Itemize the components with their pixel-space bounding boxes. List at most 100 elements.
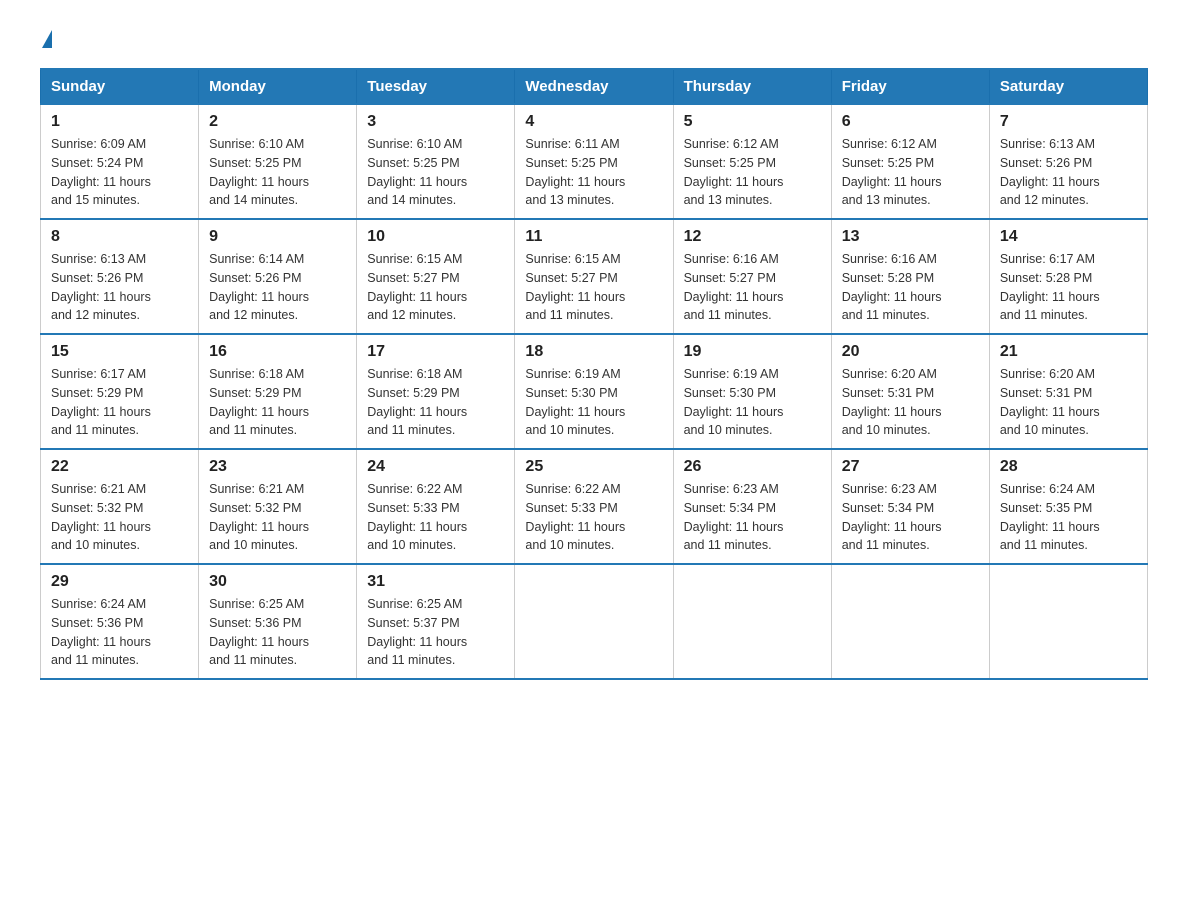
day-of-week-header: Monday	[199, 69, 357, 104]
day-of-week-header: Sunday	[41, 69, 199, 104]
day-of-week-header: Tuesday	[357, 69, 515, 104]
day-number: 8	[51, 228, 188, 246]
day-number: 18	[525, 343, 662, 361]
day-info: Sunrise: 6:23 AM Sunset: 5:34 PM Dayligh…	[842, 480, 979, 555]
day-info: Sunrise: 6:24 AM Sunset: 5:36 PM Dayligh…	[51, 595, 188, 670]
calendar-table: SundayMondayTuesdayWednesdayThursdayFrid…	[40, 68, 1148, 680]
calendar-day-cell: 11 Sunrise: 6:15 AM Sunset: 5:27 PM Dayl…	[515, 219, 673, 334]
day-number: 19	[684, 343, 821, 361]
day-info: Sunrise: 6:20 AM Sunset: 5:31 PM Dayligh…	[1000, 365, 1137, 440]
calendar-day-cell: 5 Sunrise: 6:12 AM Sunset: 5:25 PM Dayli…	[673, 104, 831, 219]
day-info: Sunrise: 6:15 AM Sunset: 5:27 PM Dayligh…	[525, 250, 662, 325]
day-info: Sunrise: 6:12 AM Sunset: 5:25 PM Dayligh…	[842, 135, 979, 210]
calendar-day-cell: 18 Sunrise: 6:19 AM Sunset: 5:30 PM Dayl…	[515, 334, 673, 449]
calendar-week-row: 1 Sunrise: 6:09 AM Sunset: 5:24 PM Dayli…	[41, 104, 1148, 219]
calendar-day-cell: 9 Sunrise: 6:14 AM Sunset: 5:26 PM Dayli…	[199, 219, 357, 334]
calendar-day-cell: 12 Sunrise: 6:16 AM Sunset: 5:27 PM Dayl…	[673, 219, 831, 334]
day-number: 5	[684, 113, 821, 131]
day-number: 16	[209, 343, 346, 361]
day-number: 12	[684, 228, 821, 246]
calendar-day-cell	[515, 564, 673, 679]
day-info: Sunrise: 6:13 AM Sunset: 5:26 PM Dayligh…	[1000, 135, 1137, 210]
calendar-day-cell: 13 Sunrise: 6:16 AM Sunset: 5:28 PM Dayl…	[831, 219, 989, 334]
calendar-day-cell: 21 Sunrise: 6:20 AM Sunset: 5:31 PM Dayl…	[989, 334, 1147, 449]
day-number: 17	[367, 343, 504, 361]
calendar-day-cell: 6 Sunrise: 6:12 AM Sunset: 5:25 PM Dayli…	[831, 104, 989, 219]
day-info: Sunrise: 6:24 AM Sunset: 5:35 PM Dayligh…	[1000, 480, 1137, 555]
calendar-day-cell: 4 Sunrise: 6:11 AM Sunset: 5:25 PM Dayli…	[515, 104, 673, 219]
day-info: Sunrise: 6:20 AM Sunset: 5:31 PM Dayligh…	[842, 365, 979, 440]
day-info: Sunrise: 6:21 AM Sunset: 5:32 PM Dayligh…	[209, 480, 346, 555]
day-info: Sunrise: 6:25 AM Sunset: 5:36 PM Dayligh…	[209, 595, 346, 670]
day-of-week-header: Wednesday	[515, 69, 673, 104]
day-number: 22	[51, 458, 188, 476]
day-info: Sunrise: 6:11 AM Sunset: 5:25 PM Dayligh…	[525, 135, 662, 210]
day-number: 24	[367, 458, 504, 476]
day-of-week-header: Thursday	[673, 69, 831, 104]
day-number: 31	[367, 573, 504, 591]
day-number: 6	[842, 113, 979, 131]
day-info: Sunrise: 6:16 AM Sunset: 5:27 PM Dayligh…	[684, 250, 821, 325]
calendar-day-cell: 27 Sunrise: 6:23 AM Sunset: 5:34 PM Dayl…	[831, 449, 989, 564]
day-number: 21	[1000, 343, 1137, 361]
day-info: Sunrise: 6:14 AM Sunset: 5:26 PM Dayligh…	[209, 250, 346, 325]
calendar-day-cell: 3 Sunrise: 6:10 AM Sunset: 5:25 PM Dayli…	[357, 104, 515, 219]
day-info: Sunrise: 6:18 AM Sunset: 5:29 PM Dayligh…	[367, 365, 504, 440]
day-number: 1	[51, 113, 188, 131]
logo	[40, 30, 52, 48]
calendar-day-cell: 2 Sunrise: 6:10 AM Sunset: 5:25 PM Dayli…	[199, 104, 357, 219]
day-info: Sunrise: 6:13 AM Sunset: 5:26 PM Dayligh…	[51, 250, 188, 325]
day-info: Sunrise: 6:17 AM Sunset: 5:29 PM Dayligh…	[51, 365, 188, 440]
calendar-day-cell: 7 Sunrise: 6:13 AM Sunset: 5:26 PM Dayli…	[989, 104, 1147, 219]
day-number: 30	[209, 573, 346, 591]
day-info: Sunrise: 6:25 AM Sunset: 5:37 PM Dayligh…	[367, 595, 504, 670]
calendar-day-cell: 28 Sunrise: 6:24 AM Sunset: 5:35 PM Dayl…	[989, 449, 1147, 564]
day-of-week-header: Saturday	[989, 69, 1147, 104]
calendar-day-cell: 22 Sunrise: 6:21 AM Sunset: 5:32 PM Dayl…	[41, 449, 199, 564]
calendar-day-cell	[989, 564, 1147, 679]
day-info: Sunrise: 6:22 AM Sunset: 5:33 PM Dayligh…	[525, 480, 662, 555]
day-number: 10	[367, 228, 504, 246]
calendar-day-cell: 15 Sunrise: 6:17 AM Sunset: 5:29 PM Dayl…	[41, 334, 199, 449]
day-number: 2	[209, 113, 346, 131]
day-info: Sunrise: 6:15 AM Sunset: 5:27 PM Dayligh…	[367, 250, 504, 325]
day-info: Sunrise: 6:10 AM Sunset: 5:25 PM Dayligh…	[367, 135, 504, 210]
calendar-header-row: SundayMondayTuesdayWednesdayThursdayFrid…	[41, 69, 1148, 104]
day-info: Sunrise: 6:21 AM Sunset: 5:32 PM Dayligh…	[51, 480, 188, 555]
day-info: Sunrise: 6:17 AM Sunset: 5:28 PM Dayligh…	[1000, 250, 1137, 325]
calendar-week-row: 29 Sunrise: 6:24 AM Sunset: 5:36 PM Dayl…	[41, 564, 1148, 679]
calendar-day-cell: 29 Sunrise: 6:24 AM Sunset: 5:36 PM Dayl…	[41, 564, 199, 679]
day-number: 11	[525, 228, 662, 246]
day-number: 29	[51, 573, 188, 591]
day-of-week-header: Friday	[831, 69, 989, 104]
day-number: 9	[209, 228, 346, 246]
calendar-day-cell: 16 Sunrise: 6:18 AM Sunset: 5:29 PM Dayl…	[199, 334, 357, 449]
day-number: 20	[842, 343, 979, 361]
calendar-day-cell: 19 Sunrise: 6:19 AM Sunset: 5:30 PM Dayl…	[673, 334, 831, 449]
day-number: 14	[1000, 228, 1137, 246]
calendar-day-cell: 23 Sunrise: 6:21 AM Sunset: 5:32 PM Dayl…	[199, 449, 357, 564]
day-info: Sunrise: 6:09 AM Sunset: 5:24 PM Dayligh…	[51, 135, 188, 210]
calendar-day-cell: 10 Sunrise: 6:15 AM Sunset: 5:27 PM Dayl…	[357, 219, 515, 334]
day-info: Sunrise: 6:19 AM Sunset: 5:30 PM Dayligh…	[525, 365, 662, 440]
day-number: 25	[525, 458, 662, 476]
calendar-day-cell: 25 Sunrise: 6:22 AM Sunset: 5:33 PM Dayl…	[515, 449, 673, 564]
day-number: 15	[51, 343, 188, 361]
logo-triangle-icon	[42, 30, 52, 48]
calendar-day-cell: 17 Sunrise: 6:18 AM Sunset: 5:29 PM Dayl…	[357, 334, 515, 449]
day-info: Sunrise: 6:22 AM Sunset: 5:33 PM Dayligh…	[367, 480, 504, 555]
day-info: Sunrise: 6:10 AM Sunset: 5:25 PM Dayligh…	[209, 135, 346, 210]
day-info: Sunrise: 6:23 AM Sunset: 5:34 PM Dayligh…	[684, 480, 821, 555]
calendar-day-cell: 20 Sunrise: 6:20 AM Sunset: 5:31 PM Dayl…	[831, 334, 989, 449]
day-number: 4	[525, 113, 662, 131]
day-number: 26	[684, 458, 821, 476]
day-info: Sunrise: 6:12 AM Sunset: 5:25 PM Dayligh…	[684, 135, 821, 210]
calendar-week-row: 15 Sunrise: 6:17 AM Sunset: 5:29 PM Dayl…	[41, 334, 1148, 449]
page-header	[40, 30, 1148, 48]
calendar-day-cell: 31 Sunrise: 6:25 AM Sunset: 5:37 PM Dayl…	[357, 564, 515, 679]
calendar-day-cell: 24 Sunrise: 6:22 AM Sunset: 5:33 PM Dayl…	[357, 449, 515, 564]
day-number: 23	[209, 458, 346, 476]
calendar-day-cell	[831, 564, 989, 679]
day-number: 28	[1000, 458, 1137, 476]
day-number: 3	[367, 113, 504, 131]
